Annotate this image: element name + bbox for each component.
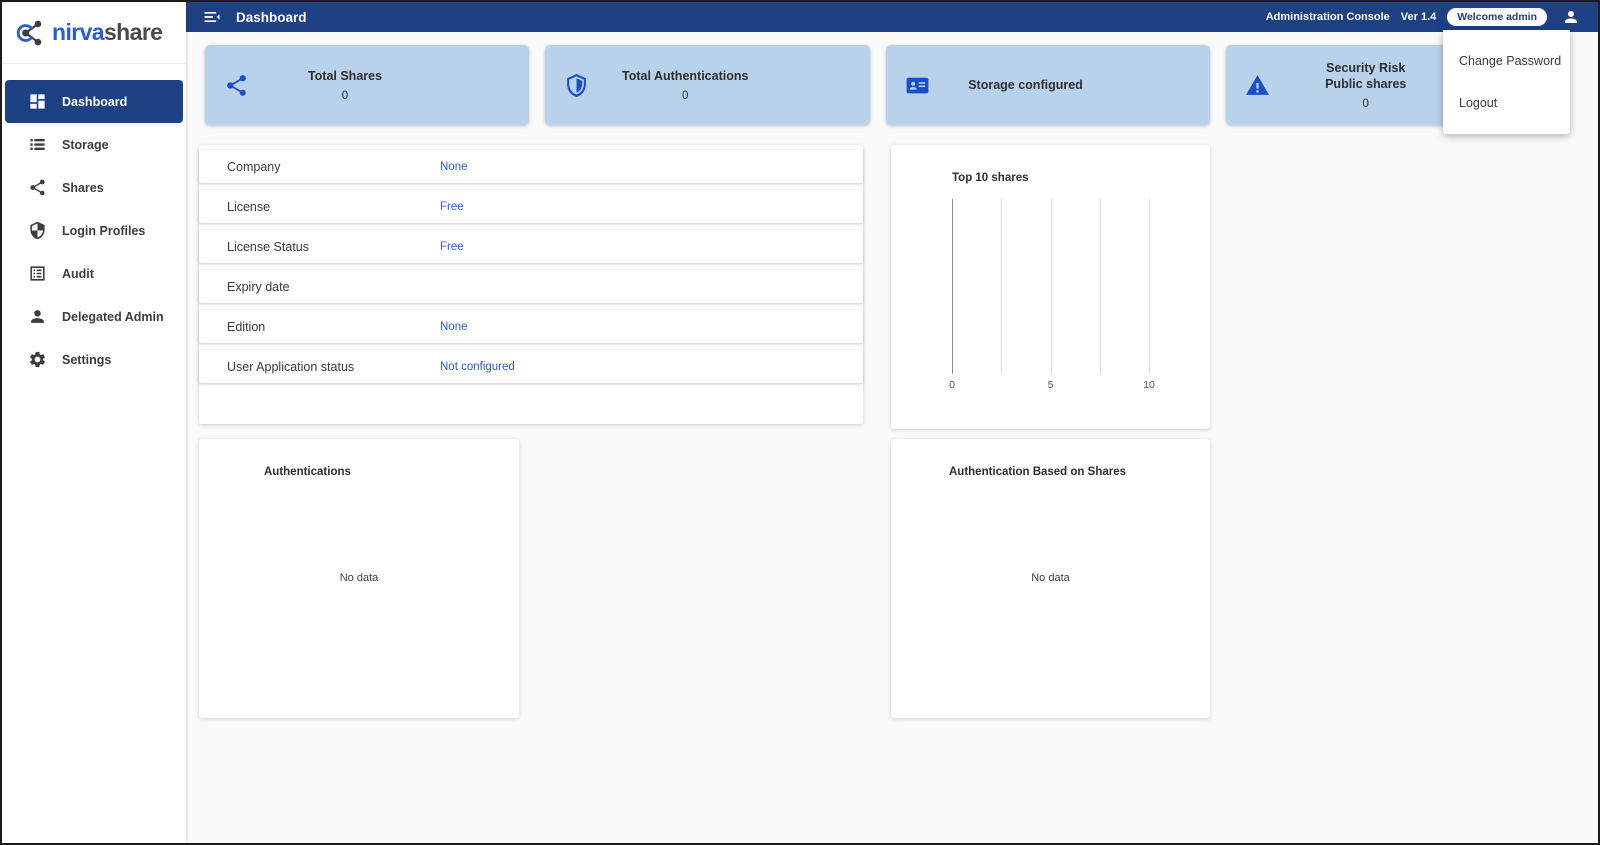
axis-tick-label: 10 <box>1143 379 1155 391</box>
list-icon <box>28 135 47 154</box>
page-title: Dashboard <box>236 10 307 25</box>
sidebar-item-label: Storage <box>62 138 109 152</box>
license-info-panel: Company None License Free License Status… <box>199 145 863 424</box>
row-value: None <box>440 161 468 173</box>
menu-item-logout[interactable]: Logout <box>1443 82 1570 124</box>
shield-icon <box>564 73 589 98</box>
id-card-icon <box>905 73 930 98</box>
nirvashare-logo-icon <box>15 18 47 48</box>
sidebar-item-label: Audit <box>62 267 94 281</box>
top-10-shares-chart-panel: Top 10 shares 0510 <box>891 145 1210 429</box>
row-label: License <box>199 200 440 214</box>
brand-name: nirvashare <box>52 19 162 46</box>
chart-title: Top 10 shares <box>952 172 1029 184</box>
row-value: Free <box>440 201 464 213</box>
row-label: Expiry date <box>199 280 440 294</box>
row-value: Free <box>440 241 464 253</box>
stat-cards-row: Total Shares 0 Total Authentications 0 <box>205 45 1550 125</box>
stat-title-line2: Public shares <box>1282 76 1450 92</box>
menu-open-icon[interactable] <box>202 7 222 27</box>
chart-title: Authentications <box>264 466 351 478</box>
sidebar-item-label: Delegated Admin <box>62 310 164 324</box>
stat-title: Security Risk <box>1282 60 1450 76</box>
sidebar-item-label: Dashboard <box>62 95 127 109</box>
table-row: User Application status Not configured <box>199 350 863 383</box>
chart-title: Authentication Based on Shares <box>949 466 1126 478</box>
sidebar-item-audit[interactable]: Audit <box>5 252 183 295</box>
topbar: Dashboard Administration Console Ver 1.4… <box>186 2 1598 32</box>
welcome-badge: Welcome admin <box>1447 8 1547 26</box>
sidebar-item-label: Shares <box>62 181 104 195</box>
main-content: Total Shares 0 Total Authentications 0 <box>186 32 1598 843</box>
no-data-message: No data <box>199 572 519 584</box>
table-row: Company None <box>199 150 863 183</box>
auth-based-on-shares-chart-panel: Authentication Based on Shares No data <box>891 439 1210 718</box>
chart-gridline <box>1001 199 1002 374</box>
table-row: License Free <box>199 190 863 223</box>
no-data-message: No data <box>891 572 1210 584</box>
stat-card-total-shares: Total Shares 0 <box>205 45 529 125</box>
share-icon <box>28 178 47 197</box>
row-label: User Application status <box>199 360 440 374</box>
chart-gridline <box>1051 199 1052 374</box>
stat-value: 0 <box>601 90 769 102</box>
chart-gridline <box>1100 199 1101 374</box>
chart-gridline <box>1149 199 1150 374</box>
console-label: Administration Console <box>1266 11 1390 23</box>
row-label: Company <box>199 160 440 174</box>
menu-item-change-password[interactable]: Change Password <box>1443 40 1570 82</box>
share-icon <box>224 73 249 98</box>
axis-tick-label: 5 <box>1048 379 1054 391</box>
topbar-right: Administration Console Ver 1.4 Welcome a… <box>1266 8 1580 26</box>
row-label: License Status <box>199 240 440 254</box>
chart-plot-area: 0510 <box>952 199 1149 374</box>
sidebar-nav: Dashboard Storage Shares Login Profiles … <box>2 64 186 381</box>
table-row: Edition None <box>199 310 863 343</box>
brand-name-primary: nirva <box>52 19 104 45</box>
row-value: Not configured <box>440 361 515 373</box>
sidebar-item-storage[interactable]: Storage <box>5 123 183 166</box>
stat-card-storage-configured: Storage configured <box>886 45 1210 125</box>
sidebar: nirvashare Dashboard Storage Shares Logi… <box>2 2 186 843</box>
stat-value: 0 <box>1282 98 1450 110</box>
stat-title: Storage configured <box>942 77 1110 93</box>
stat-value: 0 <box>261 90 429 102</box>
stat-card-total-authentications: Total Authentications 0 <box>545 45 869 125</box>
shield-icon <box>28 221 47 240</box>
gear-icon <box>28 350 47 369</box>
warning-icon <box>1245 73 1270 98</box>
table-row: License Status Free <box>199 230 863 263</box>
brand-name-secondary: share <box>104 19 162 45</box>
person-icon <box>28 307 47 326</box>
sidebar-item-shares[interactable]: Shares <box>5 166 183 209</box>
user-account-icon[interactable] <box>1562 8 1580 26</box>
list-alt-icon <box>28 264 47 283</box>
sidebar-item-label: Login Profiles <box>62 224 145 238</box>
chart-gridline <box>952 199 953 374</box>
stat-title: Total Shares <box>261 68 429 84</box>
sidebar-item-label: Settings <box>62 353 111 367</box>
row-label: Edition <box>199 320 440 334</box>
version-label: Ver 1.4 <box>1401 11 1436 23</box>
row-value: None <box>440 321 468 333</box>
table-row: Expiry date <box>199 270 863 303</box>
axis-tick-label: 0 <box>949 379 955 391</box>
user-menu: Change Password Logout <box>1443 30 1570 134</box>
sidebar-item-delegated-admin[interactable]: Delegated Admin <box>5 295 183 338</box>
app-window: nirvashare Dashboard Storage Shares Logi… <box>0 0 1600 845</box>
dashboard-icon <box>28 92 47 111</box>
sidebar-item-settings[interactable]: Settings <box>5 338 183 381</box>
authentications-chart-panel: Authentications No data <box>199 439 519 718</box>
stat-title: Total Authentications <box>601 68 769 84</box>
sidebar-item-dashboard[interactable]: Dashboard <box>5 80 183 123</box>
brand-logo: nirvashare <box>2 2 186 64</box>
sidebar-item-login-profiles[interactable]: Login Profiles <box>5 209 183 252</box>
